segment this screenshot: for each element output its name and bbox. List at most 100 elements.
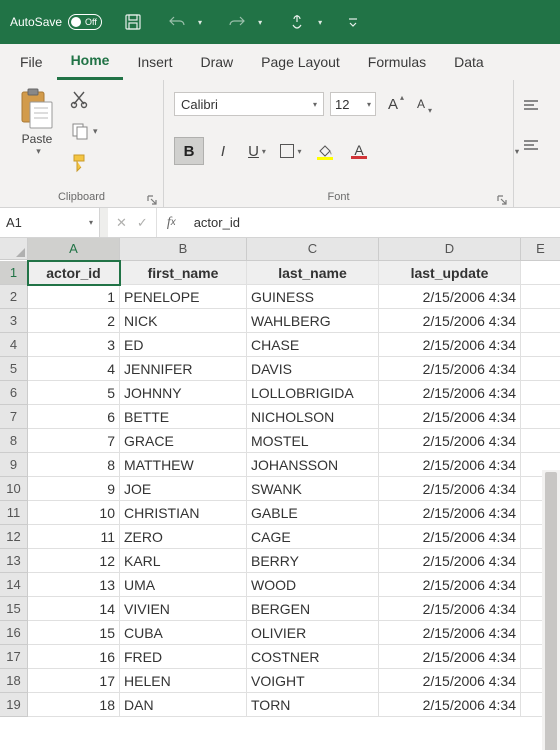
italic-button[interactable]: I xyxy=(208,137,238,165)
cell-D11[interactable]: 2/15/2006 4:34 xyxy=(379,501,521,525)
select-all-corner[interactable] xyxy=(0,238,28,260)
row-header-18[interactable]: 18 xyxy=(0,669,28,693)
cell-C7[interactable]: NICHOLSON xyxy=(247,405,379,429)
row-header-16[interactable]: 16 xyxy=(0,621,28,645)
cell-B16[interactable]: CUBA xyxy=(120,621,247,645)
cell-E7[interactable] xyxy=(521,405,560,429)
font-color-button[interactable]: A ▾ xyxy=(344,137,374,165)
row-header-9[interactable]: 9 xyxy=(0,453,28,477)
row-header-4[interactable]: 4 xyxy=(0,333,28,357)
scrollbar-thumb[interactable] xyxy=(545,472,557,750)
cell-B11[interactable]: CHRISTIAN xyxy=(120,501,247,525)
cell-E3[interactable] xyxy=(521,309,560,333)
cell-C6[interactable]: LOLLOBRIGIDA xyxy=(247,381,379,405)
bold-button[interactable]: B xyxy=(174,137,204,165)
align-left-button[interactable] xyxy=(524,140,550,150)
border-button[interactable]: ▾ xyxy=(276,137,306,165)
undo-icon[interactable] xyxy=(168,13,186,31)
cell-D3[interactable]: 2/15/2006 4:34 xyxy=(379,309,521,333)
autosave-toggle[interactable]: AutoSave Off xyxy=(10,14,102,30)
column-header-A[interactable]: A xyxy=(28,238,120,261)
cell-C11[interactable]: GABLE xyxy=(247,501,379,525)
cell-C12[interactable]: CAGE xyxy=(247,525,379,549)
cell-A15[interactable]: 14 xyxy=(28,597,120,621)
cell-A9[interactable]: 8 xyxy=(28,453,120,477)
cell-A18[interactable]: 17 xyxy=(28,669,120,693)
cell-B12[interactable]: ZERO xyxy=(120,525,247,549)
cell-C8[interactable]: MOSTEL xyxy=(247,429,379,453)
font-name-select[interactable]: Calibri ▾ xyxy=(174,92,324,116)
decrease-font-button[interactable]: A▾ xyxy=(410,93,432,115)
row-header-5[interactable]: 5 xyxy=(0,357,28,381)
row-header-7[interactable]: 7 xyxy=(0,405,28,429)
cell-B2[interactable]: PENELOPE xyxy=(120,285,247,309)
row-header-17[interactable]: 17 xyxy=(0,645,28,669)
cell-E5[interactable] xyxy=(521,357,560,381)
cell-D9[interactable]: 2/15/2006 4:34 xyxy=(379,453,521,477)
cell-C17[interactable]: COSTNER xyxy=(247,645,379,669)
cell-B7[interactable]: BETTE xyxy=(120,405,247,429)
cell-A19[interactable]: 18 xyxy=(28,693,120,717)
cell-D16[interactable]: 2/15/2006 4:34 xyxy=(379,621,521,645)
cell-B5[interactable]: JENNIFER xyxy=(120,357,247,381)
cell-D8[interactable]: 2/15/2006 4:34 xyxy=(379,429,521,453)
customize-qat-icon[interactable] xyxy=(348,13,358,31)
row-header-2[interactable]: 2 xyxy=(0,285,28,309)
underline-button[interactable]: U▾ xyxy=(242,137,272,165)
copy-dropdown[interactable]: ▾ xyxy=(93,126,98,137)
format-painter-button[interactable] xyxy=(70,152,98,174)
cell-B9[interactable]: MATTHEW xyxy=(120,453,247,477)
increase-font-button[interactable]: A▴ xyxy=(382,93,404,115)
copy-button[interactable]: ▾ xyxy=(70,120,98,142)
cell-A1[interactable]: actor_id xyxy=(28,261,120,285)
row-header-12[interactable]: 12 xyxy=(0,525,28,549)
cell-D15[interactable]: 2/15/2006 4:34 xyxy=(379,597,521,621)
cell-D10[interactable]: 2/15/2006 4:34 xyxy=(379,477,521,501)
cell-A12[interactable]: 11 xyxy=(28,525,120,549)
undo-dropdown[interactable]: ▾ xyxy=(198,18,202,27)
cell-D5[interactable]: 2/15/2006 4:34 xyxy=(379,357,521,381)
cell-C19[interactable]: TORN xyxy=(247,693,379,717)
column-header-B[interactable]: B xyxy=(120,238,247,261)
row-header-10[interactable]: 10 xyxy=(0,477,28,501)
cell-D7[interactable]: 2/15/2006 4:34 xyxy=(379,405,521,429)
cell-C9[interactable]: JOHANSSON xyxy=(247,453,379,477)
cell-B3[interactable]: NICK xyxy=(120,309,247,333)
cell-D12[interactable]: 2/15/2006 4:34 xyxy=(379,525,521,549)
cell-B10[interactable]: JOE xyxy=(120,477,247,501)
cell-A14[interactable]: 13 xyxy=(28,573,120,597)
tab-formulas[interactable]: Formulas xyxy=(354,44,440,80)
row-header-13[interactable]: 13 xyxy=(0,549,28,573)
cell-B4[interactable]: ED xyxy=(120,333,247,357)
cell-B14[interactable]: UMA xyxy=(120,573,247,597)
touch-dropdown[interactable]: ▾ xyxy=(318,18,322,27)
cell-A11[interactable]: 10 xyxy=(28,501,120,525)
cell-B8[interactable]: GRACE xyxy=(120,429,247,453)
row-header-11[interactable]: 11 xyxy=(0,501,28,525)
cell-B17[interactable]: FRED xyxy=(120,645,247,669)
formula-input[interactable]: actor_id xyxy=(186,208,560,237)
cell-D4[interactable]: 2/15/2006 4:34 xyxy=(379,333,521,357)
paste-button[interactable]: Paste ▾ xyxy=(10,86,64,182)
cell-D17[interactable]: 2/15/2006 4:34 xyxy=(379,645,521,669)
column-header-D[interactable]: D xyxy=(379,238,521,261)
cell-C2[interactable]: GUINESS xyxy=(247,285,379,309)
cell-D18[interactable]: 2/15/2006 4:34 xyxy=(379,669,521,693)
row-header-19[interactable]: 19 xyxy=(0,693,28,717)
cell-E4[interactable] xyxy=(521,333,560,357)
cell-B19[interactable]: DAN xyxy=(120,693,247,717)
row-header-1[interactable]: 1 xyxy=(0,261,28,285)
cell-D2[interactable]: 2/15/2006 4:34 xyxy=(379,285,521,309)
cell-A3[interactable]: 2 xyxy=(28,309,120,333)
cell-D19[interactable]: 2/15/2006 4:34 xyxy=(379,693,521,717)
cell-A10[interactable]: 9 xyxy=(28,477,120,501)
column-header-E[interactable]: E xyxy=(521,238,560,261)
cell-E2[interactable] xyxy=(521,285,560,309)
spreadsheet-grid[interactable]: ABCDE1actor_idfirst_namelast_namelast_up… xyxy=(0,238,560,750)
toggle-switch[interactable]: Off xyxy=(68,14,102,30)
cell-C3[interactable]: WAHLBERG xyxy=(247,309,379,333)
cell-C16[interactable]: OLIVIER xyxy=(247,621,379,645)
row-header-6[interactable]: 6 xyxy=(0,381,28,405)
name-box[interactable]: A1 ▾ xyxy=(0,208,100,237)
cell-D1[interactable]: last_update xyxy=(379,261,521,285)
